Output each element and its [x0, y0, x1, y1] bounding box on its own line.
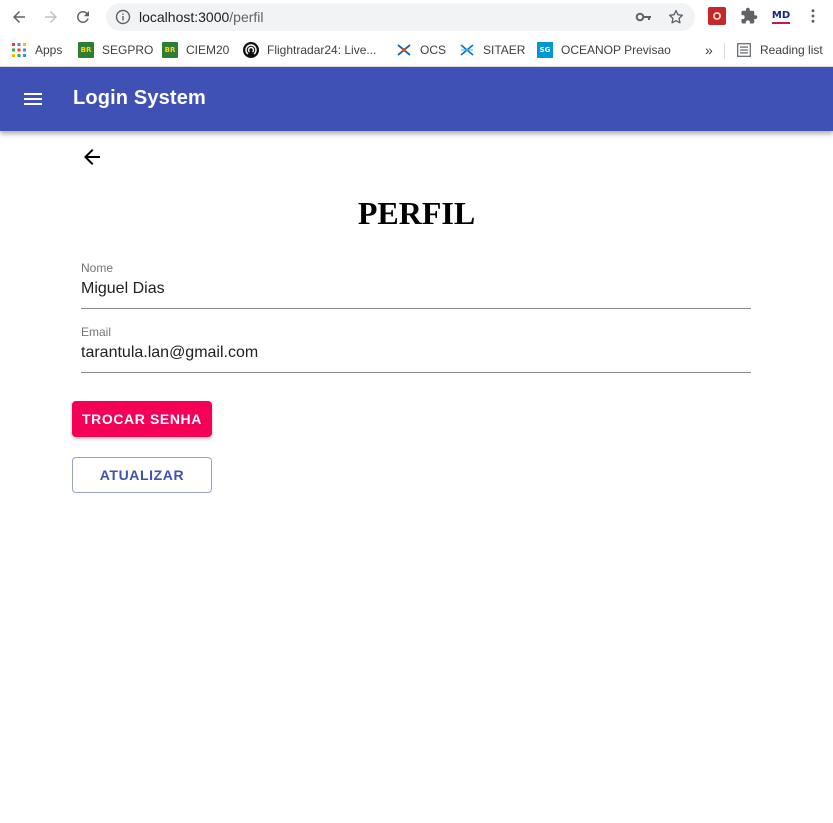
bookmarks-overflow-button[interactable]: »: [705, 40, 713, 60]
bookmark-label: Flightradar24: Live...: [267, 43, 377, 57]
update-button[interactable]: ATUALIZAR: [72, 457, 212, 493]
url-host: localhost:3000: [139, 9, 230, 25]
extension-md-icon[interactable]: MD: [772, 8, 790, 24]
bookmark-ocs[interactable]: OCS: [396, 40, 446, 60]
url-path: /perfil: [229, 9, 264, 25]
bookmark-flightradar[interactable]: Flightradar24: Live...: [243, 40, 376, 60]
flightradar-icon: [243, 42, 259, 58]
reading-list-icon: [736, 42, 752, 58]
back-nav-icon[interactable]: [7, 5, 31, 29]
extension-red-icon[interactable]: [708, 7, 726, 25]
email-field-label: Email: [81, 325, 112, 339]
sg-icon: SG: [537, 42, 553, 58]
bookmark-label: Apps: [35, 43, 63, 57]
apps-grid-icon: [11, 42, 27, 58]
br-flag-icon: BR: [78, 42, 94, 58]
bookmark-label: OCS: [420, 43, 447, 57]
app-bar: Login System: [0, 67, 833, 131]
br-flag-icon: BR: [162, 42, 178, 58]
change-password-button[interactable]: TROCAR SENHA: [72, 401, 212, 437]
site-info-icon[interactable]: [115, 9, 131, 25]
bookmark-label: OCEANOP Previsao: [561, 43, 671, 57]
bookmark-ciem20[interactable]: BR CIEM20: [162, 40, 229, 60]
name-field: Nome: [81, 261, 751, 309]
ocs-icon: [396, 42, 412, 58]
bookmark-label: SITAER: [483, 43, 526, 57]
bookmark-sitaer[interactable]: SITAER: [459, 40, 525, 60]
reading-list-label: Reading list: [760, 43, 823, 57]
bookmark-label: SEGPRO: [102, 43, 154, 57]
key-icon[interactable]: [635, 9, 653, 25]
reading-list-button[interactable]: Reading list: [736, 40, 823, 60]
back-arrow-icon[interactable]: [80, 145, 104, 169]
name-input[interactable]: [81, 277, 751, 301]
page-title: PERFIL: [357, 195, 476, 231]
bookmark-star-icon[interactable]: [667, 8, 685, 26]
app-title: Login System: [73, 87, 206, 109]
bookmark-segpro[interactable]: BR SEGPRO: [78, 40, 153, 60]
menu-icon[interactable]: [21, 87, 45, 111]
bookmark-oceanop[interactable]: SG OCEANOP Previsao: [537, 40, 671, 60]
reload-icon[interactable]: [71, 5, 95, 29]
bookmark-label: CIEM20: [186, 43, 230, 57]
address-bar[interactable]: localhost:3000/perfil: [106, 3, 695, 31]
address-url: localhost:3000/perfil: [139, 9, 264, 25]
forward-nav-icon[interactable]: [39, 5, 63, 29]
sitaer-icon: [459, 42, 475, 58]
email-field: Email: [81, 325, 751, 373]
bookmarks-bar: Apps BR SEGPRO BR CIEM20 Flightradar24: …: [0, 34, 833, 67]
bookmarks-divider: [724, 43, 725, 59]
name-field-label: Nome: [81, 261, 114, 275]
browser-toolbar: localhost:3000/perfil MD: [0, 0, 833, 34]
extensions-puzzle-icon[interactable]: [740, 7, 758, 25]
bookmark-apps[interactable]: Apps: [11, 40, 62, 60]
email-input[interactable]: [81, 341, 751, 365]
browser-menu-icon[interactable]: [804, 7, 822, 25]
